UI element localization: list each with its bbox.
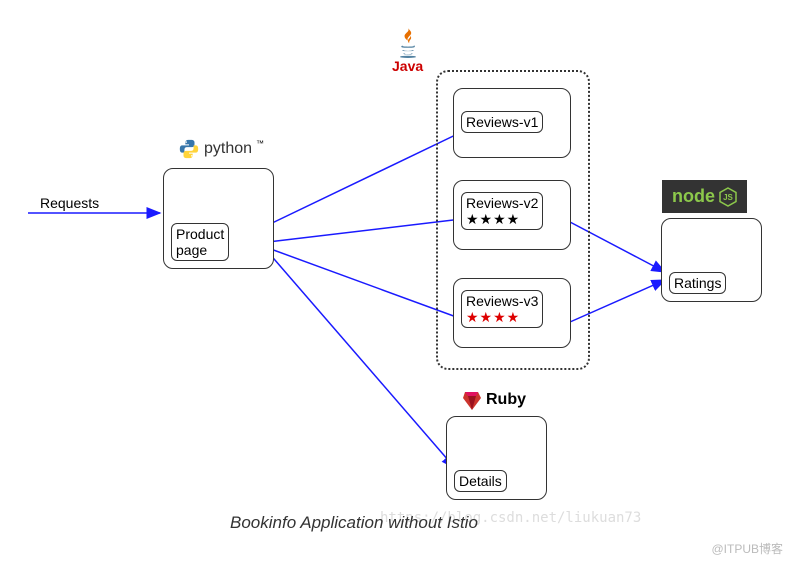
productpage-service: Product page xyxy=(163,168,274,269)
ruby-logo: Ruby xyxy=(460,388,526,412)
details-inner: Details xyxy=(454,470,507,492)
ratings-inner: Ratings xyxy=(669,272,726,294)
diagram-title: Bookinfo Application without Istio xyxy=(230,513,478,533)
python-logo: python ™ xyxy=(178,138,264,160)
node-label: node xyxy=(672,186,715,207)
ratings-service: Ratings xyxy=(661,218,762,302)
requests-label: Requests xyxy=(40,195,99,211)
reviews-v2-inner: Reviews-v2 ★★★★ xyxy=(461,192,543,230)
diagram-canvas: https://blog.csdn.net/liukuan73 Requests… xyxy=(0,0,791,561)
reviews-v3-inner: Reviews-v3 ★★★★ xyxy=(461,290,543,328)
svg-text:JS: JS xyxy=(723,193,733,202)
ruby-label: Ruby xyxy=(486,391,526,409)
reviews-v2-label: Reviews-v2 xyxy=(466,195,538,211)
reviews-v1-service: Reviews-v1 xyxy=(453,88,571,158)
node-logo: node JS xyxy=(662,180,747,213)
reviews-v1-inner: Reviews-v1 xyxy=(461,111,543,133)
reviews-v2-stars: ★★★★ xyxy=(466,211,520,227)
details-service: Details xyxy=(446,416,547,500)
reviews-v3-stars: ★★★★ xyxy=(466,309,520,325)
productpage-inner: Product page xyxy=(171,223,229,261)
python-label: python xyxy=(204,140,252,158)
reviews-v2-service: Reviews-v2 ★★★★ xyxy=(453,180,571,250)
reviews-v3-label: Reviews-v3 xyxy=(466,293,538,309)
footer-attribution: @ITPUB博客 xyxy=(711,540,783,557)
java-logo: Java xyxy=(392,26,423,74)
java-label: Java xyxy=(392,58,423,74)
reviews-v3-service: Reviews-v3 ★★★★ xyxy=(453,278,571,348)
